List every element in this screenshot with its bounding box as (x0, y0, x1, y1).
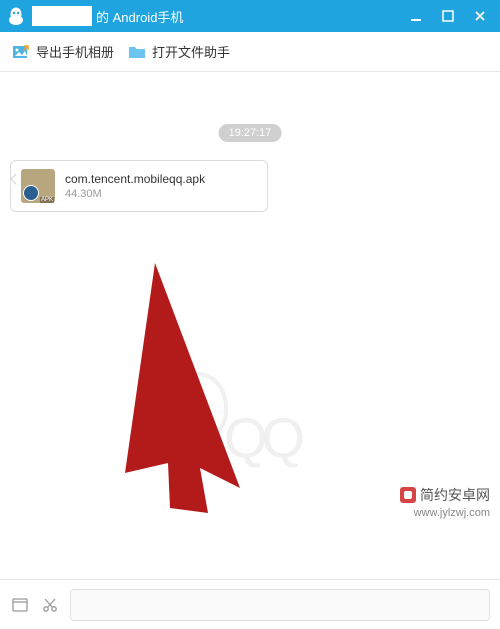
file-size: 44.30M (65, 188, 205, 200)
chat-area: 19:27:17 APK com.tencent.mobileqq.apk 44… (0, 72, 500, 579)
export-album-button[interactable]: 导出手机相册 (12, 42, 114, 61)
input-bar (0, 579, 500, 629)
qq-watermark: QQ (168, 372, 299, 470)
scissors-icon[interactable] (40, 595, 60, 615)
site-url-text: www.jylzwj.com (400, 507, 490, 519)
file-message-bubble[interactable]: APK com.tencent.mobileqq.apk 44.30M (10, 160, 268, 212)
title-redacted-mask (32, 6, 92, 26)
message-input[interactable] (70, 589, 490, 621)
qq-penguin-icon (4, 4, 28, 28)
open-file-helper-button[interactable]: 打开文件助手 (128, 42, 230, 61)
apk-file-icon: APK (21, 169, 55, 203)
attach-file-icon[interactable] (10, 595, 30, 615)
minimize-button[interactable] (400, 0, 432, 32)
close-button[interactable] (464, 0, 496, 32)
file-info: com.tencent.mobileqq.apk 44.30M (65, 172, 205, 200)
titlebar: 的 Android手机 (0, 0, 500, 32)
open-file-helper-label: 打开文件助手 (152, 42, 230, 61)
export-photo-icon (12, 43, 30, 61)
window-title: 的 Android手机 (96, 7, 183, 26)
site-watermark: 简约安卓网 www.jylzwj.com (400, 485, 490, 519)
export-album-label: 导出手机相册 (36, 42, 114, 61)
site-brand-text: 简约安卓网 (420, 485, 490, 505)
site-logo-icon (400, 487, 416, 503)
toolbar: 导出手机相册 打开文件助手 (0, 32, 500, 72)
file-name: com.tencent.mobileqq.apk (65, 172, 205, 186)
maximize-button[interactable] (432, 0, 464, 32)
timestamp-badge: 19:27:17 (219, 124, 282, 142)
folder-icon (128, 43, 146, 61)
